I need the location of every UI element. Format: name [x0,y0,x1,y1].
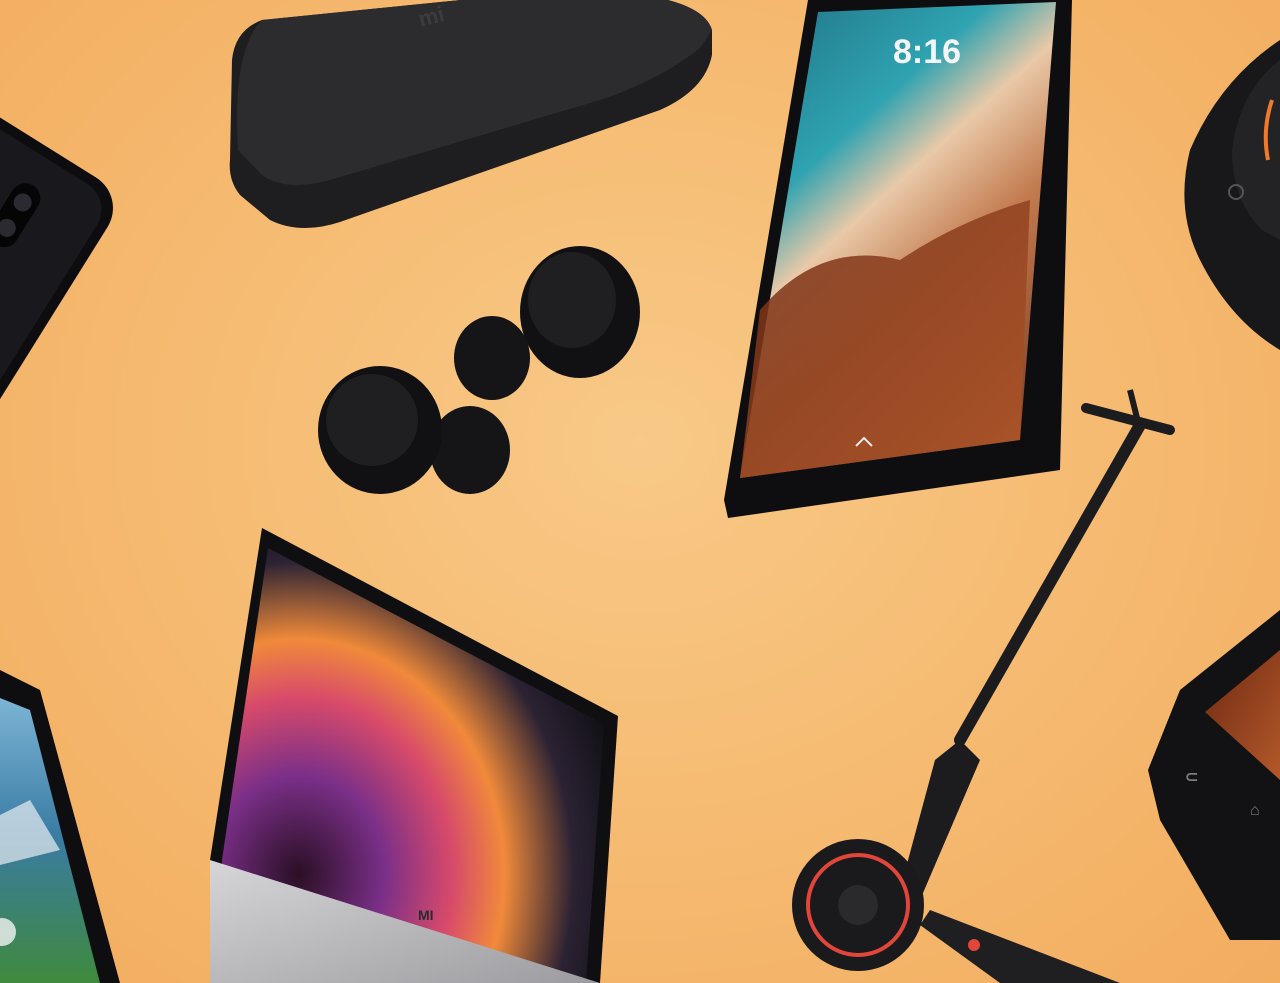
laptop: MI [210,528,618,983]
back-icon: ⊂ [1185,769,1198,786]
tv-box: mi [229,0,712,229]
tablet: 8:16 [724,0,1072,518]
earbuds [318,246,640,494]
phone-top-left [0,93,113,506]
phone-bottom-right: ⊂ ⌂ [1148,610,1280,940]
smart-speaker [1184,40,1280,350]
home-icon: ⌂ [1250,802,1260,819]
product-collage: mi 8:16 MI ⊂ ⌂ [0,0,1280,983]
phone-bottom-left [0,670,120,983]
laptop-logo: MI [418,907,434,923]
tablet-clock: 8:16 [893,33,961,71]
